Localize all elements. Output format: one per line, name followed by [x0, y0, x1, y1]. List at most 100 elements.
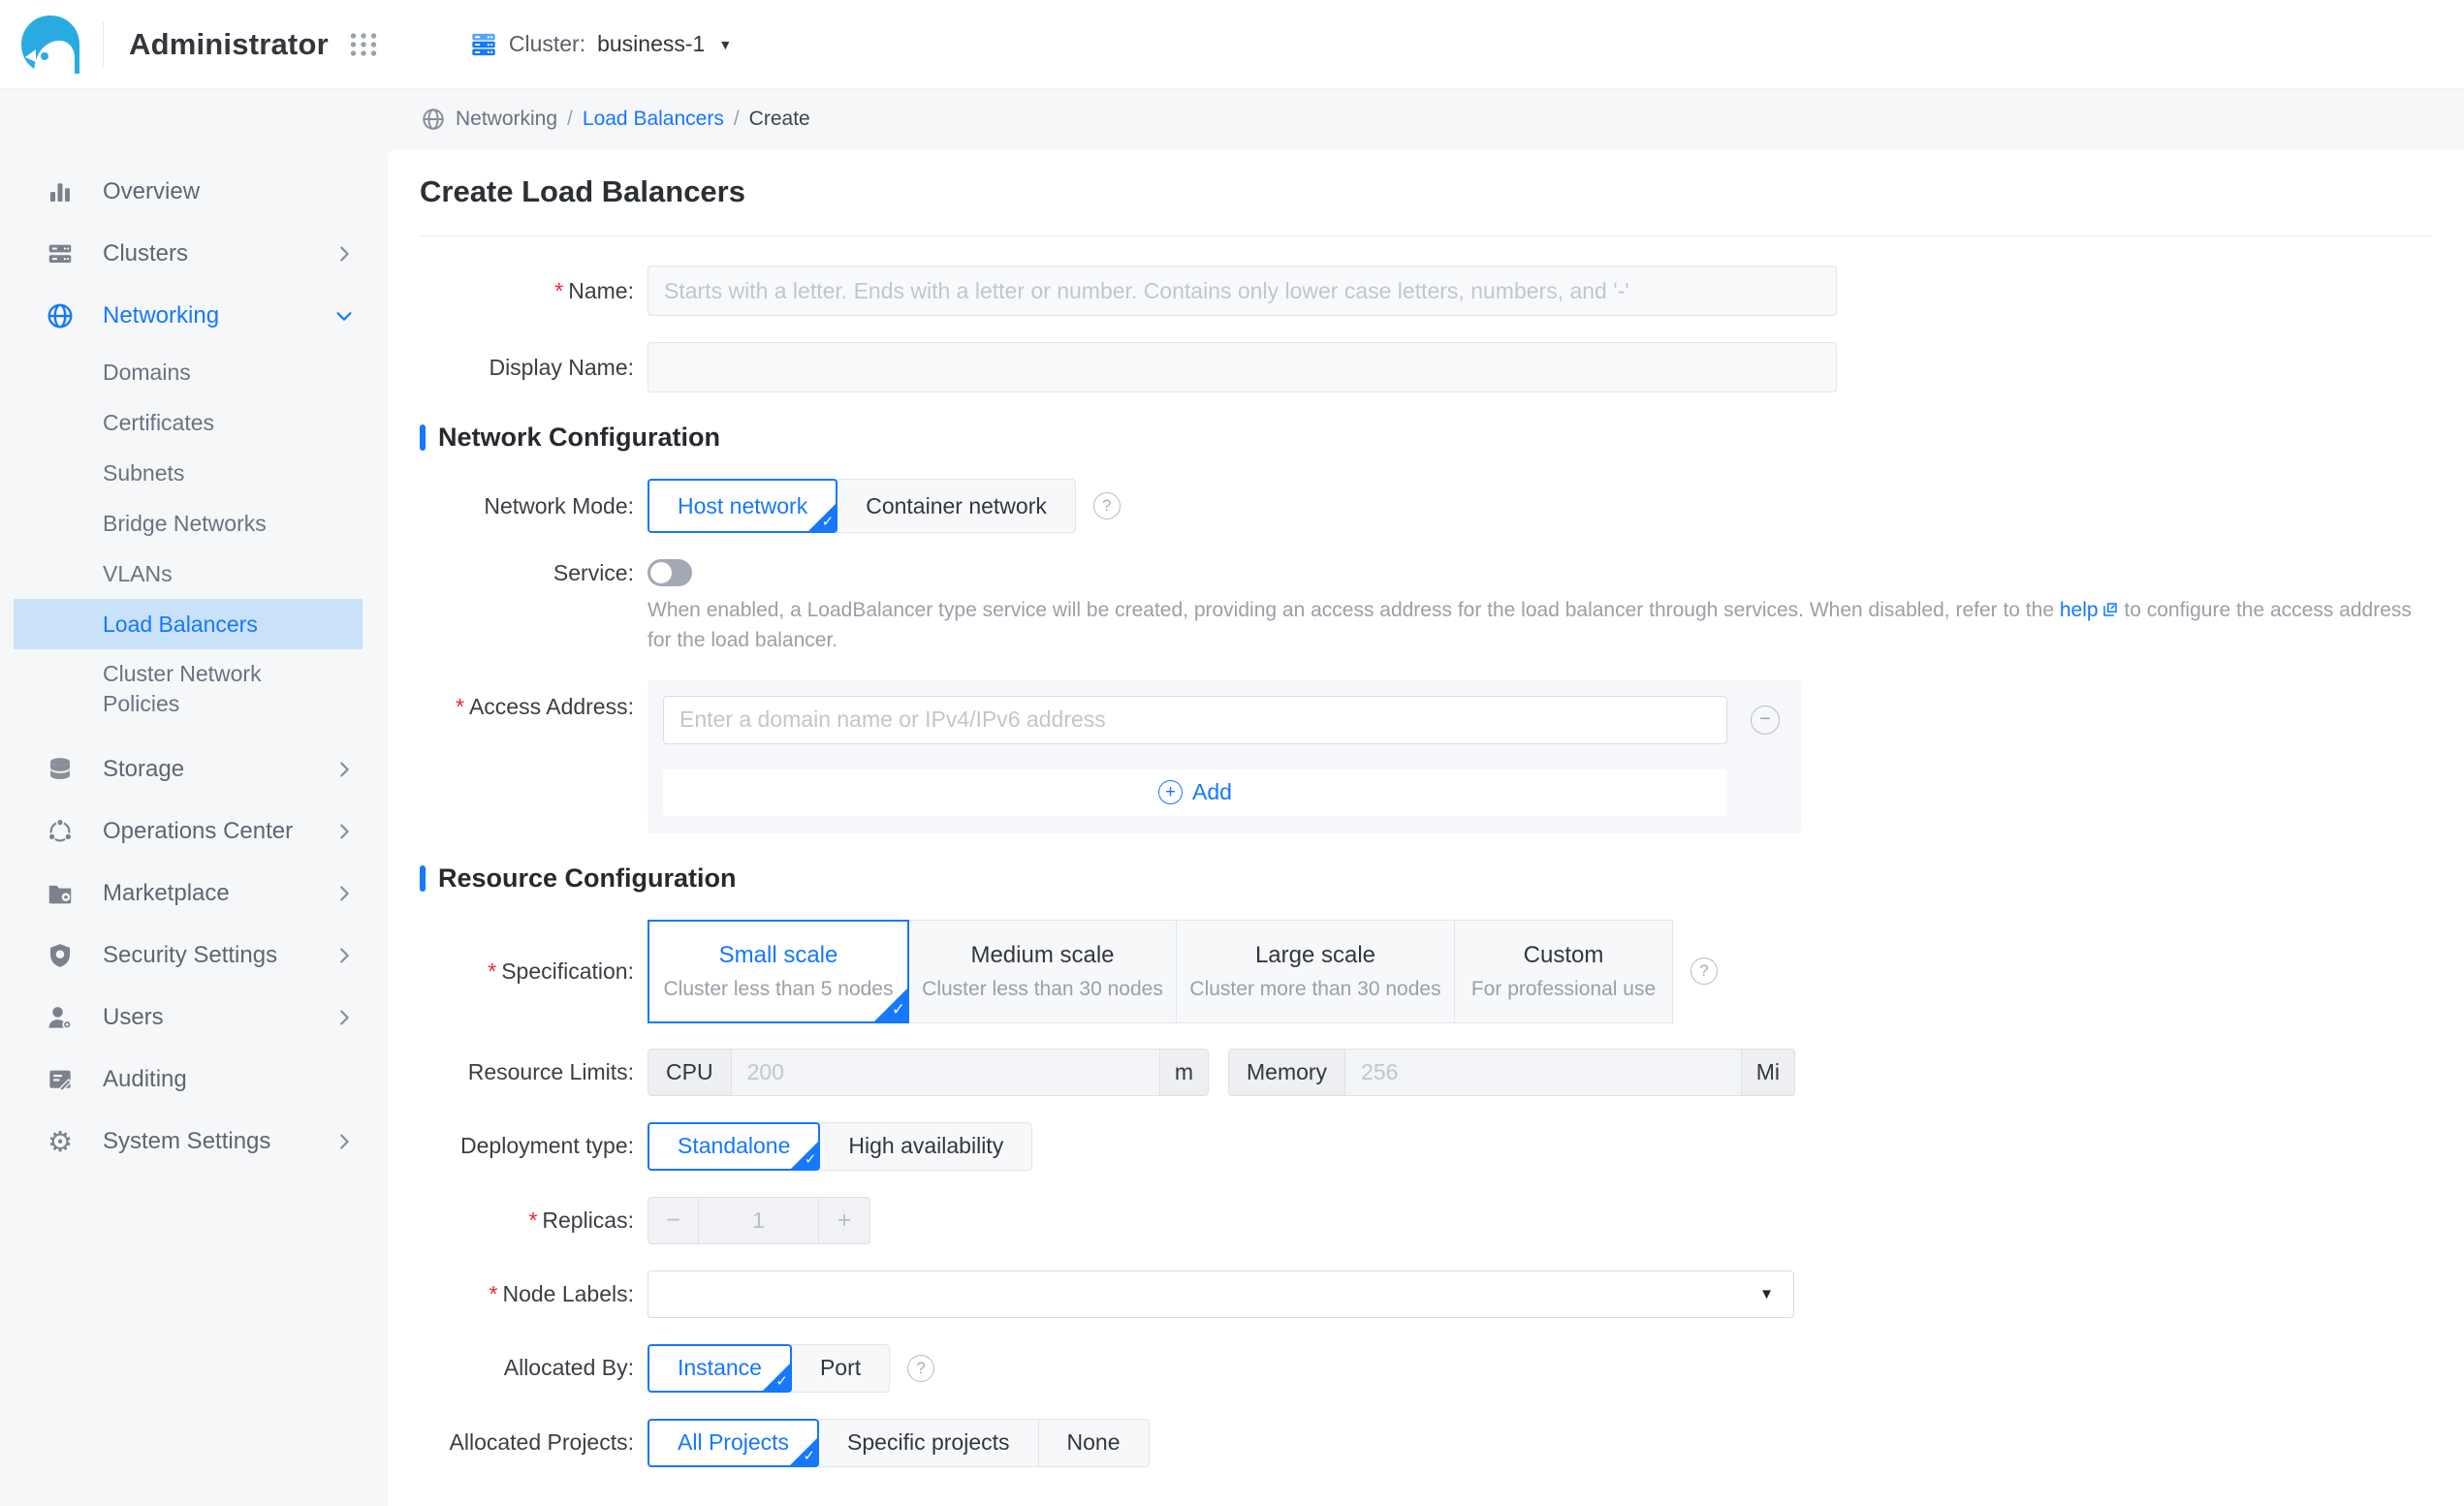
sidebar-item-overview[interactable]: Overview	[0, 161, 388, 223]
sidebar-item-subnets[interactable]: Subnets	[0, 448, 388, 498]
spec-medium-scale[interactable]: Medium scale Cluster less than 30 nodes	[908, 920, 1177, 1023]
allocated-by-row: Allocated By: Instance ✓ Port ?	[420, 1344, 2433, 1393]
allocated-projects-row: Allocated Projects: All Projects ✓ Speci…	[420, 1419, 2433, 1467]
deployment-high-availability[interactable]: High availability	[819, 1122, 1032, 1171]
sidebar: Overview Clusters Networ	[0, 89, 388, 1506]
allocated-projects-none[interactable]: None	[1038, 1419, 1150, 1467]
remove-address-button[interactable]: −	[1751, 706, 1780, 735]
name-row: *Name:	[420, 266, 2433, 316]
resource-configuration-section: Resource Configuration	[420, 863, 2433, 894]
network-mode-help-icon[interactable]: ?	[1093, 492, 1121, 519]
chevron-right-icon	[333, 945, 355, 966]
breadcrumb-section: Networking	[456, 108, 557, 131]
globe-icon	[421, 107, 446, 132]
cluster-selector[interactable]: Cluster: business-1 ▼	[470, 31, 732, 58]
network-mode-container-network[interactable]: Container network	[837, 479, 1076, 533]
cpu-prefix: CPU	[648, 1050, 732, 1095]
gear-icon: ⚙	[45, 1126, 76, 1157]
node-labels-select[interactable]: ▼	[648, 1271, 1794, 1318]
check-icon: ✓	[892, 1000, 905, 1020]
top-header: Administrator Cluster: business-1 ▼	[0, 0, 2464, 89]
replicas-increase-button[interactable]: +	[819, 1198, 869, 1243]
display-name-input[interactable]	[648, 342, 1837, 392]
specification-options: Small scale Cluster less than 5 nodes ✓ …	[648, 920, 1673, 1023]
check-icon: ✓	[822, 514, 835, 531]
user-gear-icon	[45, 1002, 76, 1033]
chevron-right-icon	[333, 821, 355, 842]
replicas-stepper: − 1 +	[648, 1197, 870, 1244]
memory-input[interactable]	[1345, 1050, 1741, 1095]
sidebar-item-networking[interactable]: Networking	[0, 285, 388, 347]
name-input[interactable]	[648, 266, 1837, 316]
database-icon	[45, 754, 76, 785]
content-panel: Create Load Balancers *Name: Display Nam…	[388, 149, 2464, 1506]
deployment-type-row: Deployment type: Standalone ✓ High avail…	[420, 1122, 2433, 1171]
replicas-label: *Replicas:	[420, 1208, 648, 1234]
sidebar-item-bridge-networks[interactable]: Bridge Networks	[0, 498, 388, 549]
chevron-right-icon	[333, 1131, 355, 1152]
external-link-icon	[2101, 598, 2119, 626]
app-title: Administrator	[129, 27, 329, 62]
add-address-button[interactable]: + Add	[663, 769, 1727, 816]
specification-help-icon[interactable]: ?	[1690, 957, 1718, 985]
sidebar-item-domains[interactable]: Domains	[0, 347, 388, 397]
sidebar-item-vlans[interactable]: VLANs	[0, 549, 388, 599]
check-icon: ✓	[803, 1448, 815, 1465]
apps-grid-icon[interactable]	[346, 27, 381, 62]
node-labels-label: *Node Labels:	[420, 1281, 648, 1307]
sidebar-item-users[interactable]: Users	[0, 987, 388, 1049]
service-help-text: When enabled, a LoadBalancer type servic…	[648, 596, 2433, 655]
spec-custom[interactable]: Custom For professional use	[1454, 920, 1673, 1023]
replicas-decrease-button[interactable]: −	[648, 1198, 699, 1243]
sidebar-item-storage[interactable]: Storage	[0, 738, 388, 800]
sidebar-item-security-settings[interactable]: Security Settings	[0, 925, 388, 987]
memory-limit-group: Memory Mi	[1228, 1049, 1795, 1096]
page-title: Create Load Balancers	[420, 174, 2433, 209]
access-address-panel: − + Add	[648, 680, 1801, 833]
sidebar-item-clusters[interactable]: Clusters	[0, 223, 388, 285]
sidebar-item-system-settings[interactable]: ⚙ System Settings	[0, 1111, 388, 1173]
cluster-servers-icon	[470, 31, 497, 58]
resource-limits-row: Resource Limits: CPU m Memory Mi	[420, 1049, 2433, 1096]
check-icon: ✓	[775, 1373, 788, 1391]
breadcrumb-link-load-balancers[interactable]: Load Balancers	[583, 108, 724, 131]
spec-large-scale[interactable]: Large scale Cluster more than 30 nodes	[1176, 920, 1455, 1023]
globe-icon	[45, 300, 76, 331]
plus-circle-icon: +	[1158, 780, 1183, 804]
allocated-projects-label: Allocated Projects:	[420, 1429, 648, 1456]
cpu-unit: m	[1159, 1050, 1208, 1095]
allocated-projects-specific[interactable]: Specific projects	[818, 1419, 1038, 1467]
cluster-name: business-1	[597, 31, 705, 57]
service-toggle[interactable]	[648, 559, 692, 586]
allocated-by-help-icon[interactable]: ?	[907, 1355, 934, 1382]
resource-limits-label: Resource Limits:	[420, 1059, 648, 1085]
folder-gear-icon	[45, 878, 76, 909]
access-address-label: *Access Address:	[420, 680, 648, 720]
allocated-by-options: Instance ✓ Port	[648, 1344, 890, 1393]
section-accent-bar	[420, 865, 426, 892]
sidebar-item-operations-center[interactable]: Operations Center	[0, 800, 388, 863]
breadcrumb-current: Create	[749, 108, 810, 131]
help-link[interactable]: help	[2060, 599, 2099, 621]
node-labels-row: *Node Labels: ▼	[420, 1271, 2433, 1318]
allocated-by-label: Allocated By:	[420, 1355, 648, 1381]
spec-small-scale[interactable]: Small scale Cluster less than 5 nodes ✓	[648, 920, 909, 1023]
allocated-by-port[interactable]: Port	[791, 1344, 890, 1393]
access-address-row: *Access Address: − + Add	[420, 680, 2433, 833]
access-address-input[interactable]	[663, 696, 1727, 744]
sidebar-item-certificates[interactable]: Certificates	[0, 397, 388, 448]
chevron-right-icon	[333, 883, 355, 904]
name-label: *Name:	[420, 278, 648, 304]
allocated-projects-all[interactable]: All Projects ✓	[648, 1419, 819, 1467]
network-mode-host-network[interactable]: Host network ✓	[648, 479, 837, 533]
sidebar-item-load-balancers[interactable]: Load Balancers	[14, 599, 363, 649]
toggle-knob	[650, 562, 672, 583]
cpu-input[interactable]	[732, 1050, 1159, 1095]
chevron-down-icon: ▼	[718, 37, 732, 52]
sidebar-item-cluster-network-policies[interactable]: Cluster Network Policies	[0, 649, 388, 729]
allocated-by-instance[interactable]: Instance ✓	[648, 1344, 792, 1393]
sidebar-item-marketplace[interactable]: Marketplace	[0, 863, 388, 925]
deployment-type-options: Standalone ✓ High availability	[648, 1122, 1032, 1171]
sidebar-item-auditing[interactable]: Auditing	[0, 1049, 388, 1111]
deployment-standalone[interactable]: Standalone ✓	[648, 1122, 820, 1171]
